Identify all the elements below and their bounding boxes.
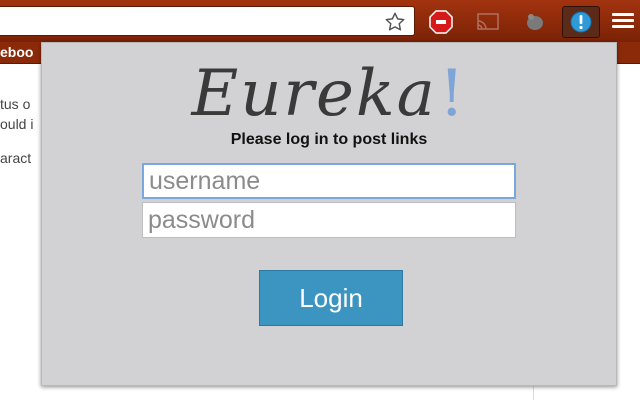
login-prompt: Please log in to post links	[230, 131, 428, 148]
cast-icon[interactable]	[475, 9, 501, 35]
extension-popup: Eureka! Please log in to post links Logi…	[41, 42, 617, 386]
page-text-fragment: ould i	[0, 116, 34, 132]
stop-icon[interactable]	[428, 9, 454, 35]
username-input[interactable]	[142, 163, 516, 199]
login-button[interactable]: Login	[259, 270, 403, 326]
password-input[interactable]	[142, 202, 516, 238]
browser-toolbar	[0, 0, 640, 42]
address-bar[interactable]	[0, 6, 415, 36]
logo-text: Eureka	[191, 57, 437, 131]
gray-extension-icon[interactable]	[522, 9, 548, 35]
bookmark-item[interactable]: eboo	[0, 44, 33, 60]
eureka-logo: Eureka!	[42, 57, 616, 131]
page-text-fragment: aract	[0, 150, 32, 166]
logo-mark: !	[438, 57, 467, 131]
eureka-extension-icon[interactable]	[562, 6, 600, 38]
bookmark-star-icon[interactable]	[384, 11, 406, 33]
page-text-fragment: tus o	[0, 96, 31, 112]
hamburger-menu-icon[interactable]	[612, 13, 634, 29]
